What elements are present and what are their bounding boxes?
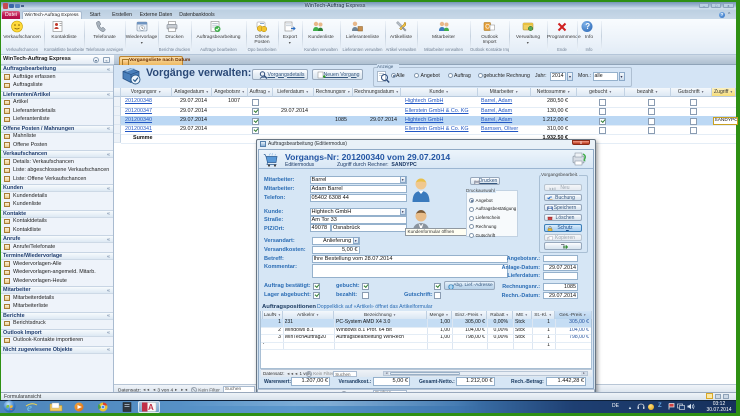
- svg-text:?: ?: [585, 22, 590, 31]
- svg-text:O: O: [485, 25, 490, 31]
- svg-text:A: A: [148, 403, 154, 412]
